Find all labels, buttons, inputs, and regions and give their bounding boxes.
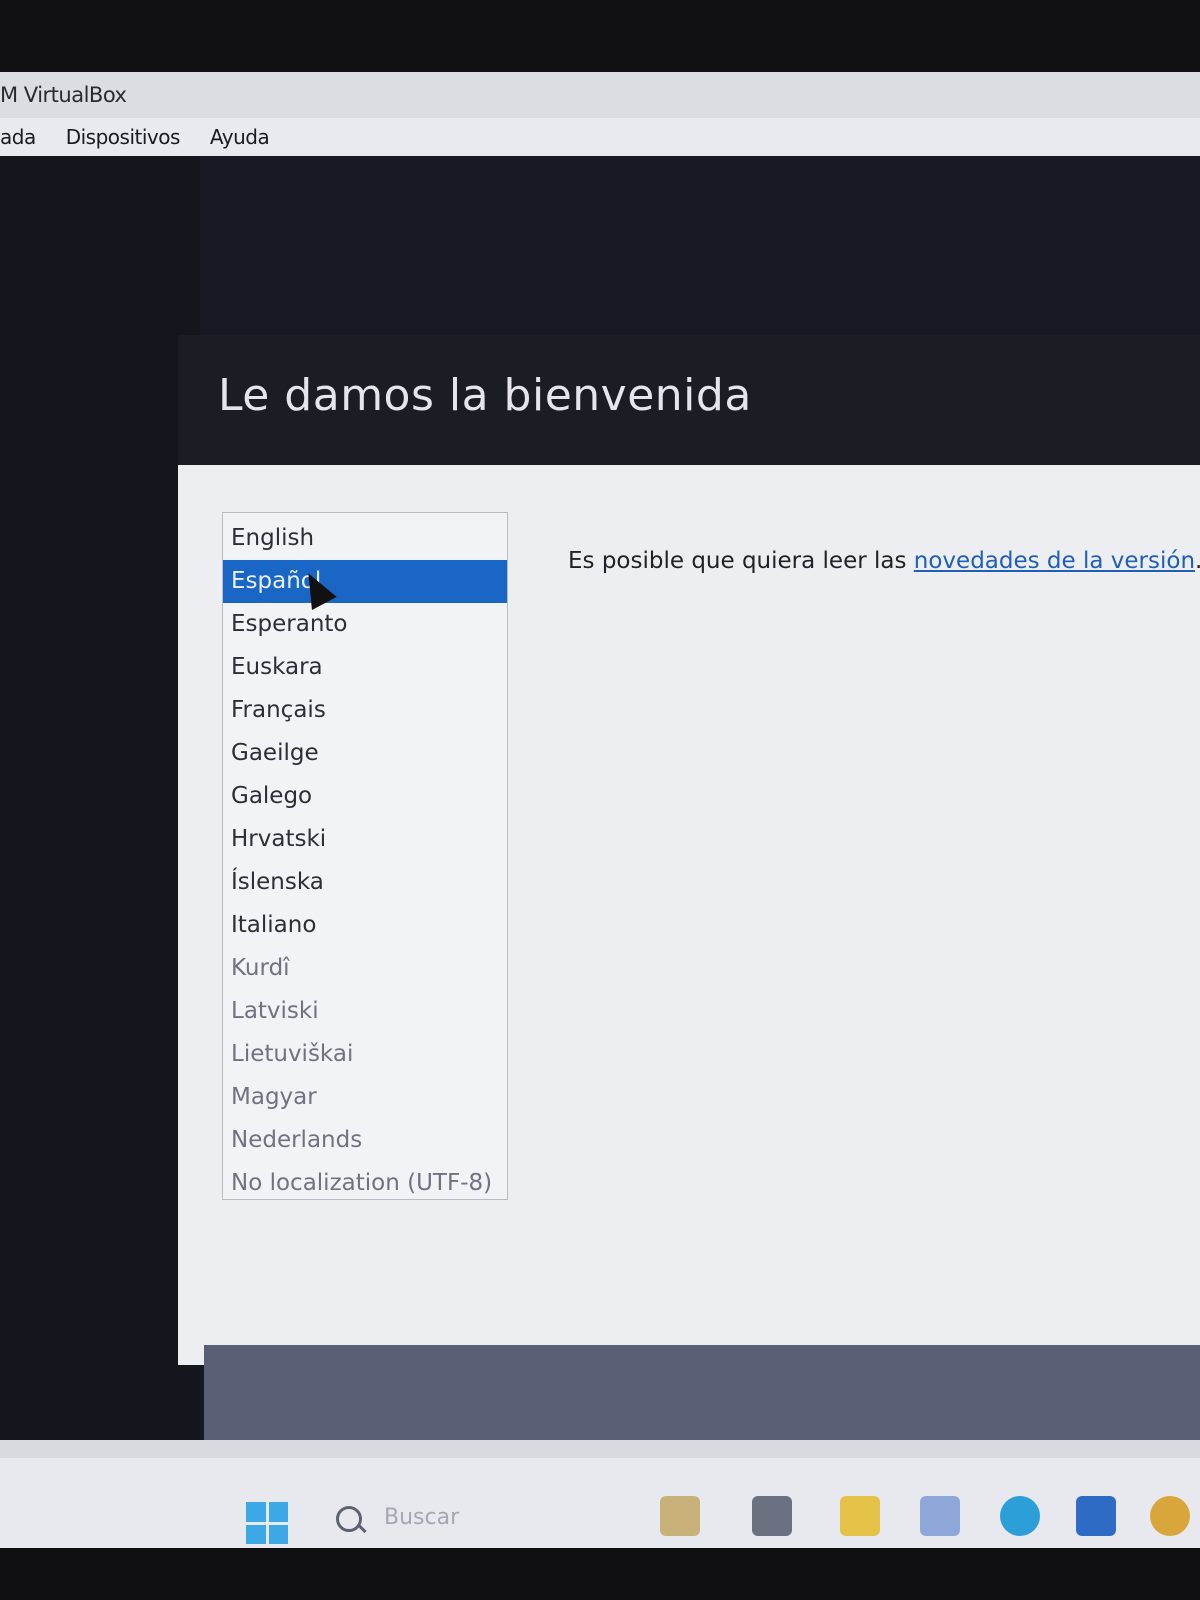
menu-item-dispositivos[interactable]: Dispositivos	[66, 125, 181, 149]
language-list[interactable]: English Español Esperanto Euskara Français Ga…	[222, 512, 508, 1200]
window-title: M VirtualBox	[0, 72, 1200, 118]
installer-footer	[204, 1345, 1200, 1440]
language-option[interactable]: Íslenska	[223, 861, 507, 904]
language-option[interactable]: Français	[223, 689, 507, 732]
folder-icon[interactable]	[840, 1496, 880, 1536]
release-note-suffix: .	[1195, 548, 1200, 574]
menu-item-ayuda[interactable]: Ayuda	[210, 125, 270, 149]
language-option[interactable]: Hrvatski	[223, 818, 507, 861]
screen-bezel-top	[0, 0, 1200, 72]
page-title: Le damos la bienvenida	[218, 370, 752, 421]
language-option[interactable]: Español	[223, 560, 507, 603]
chrome-browser-icon[interactable]	[1150, 1496, 1190, 1536]
taskbar-app-icon[interactable]	[752, 1496, 792, 1536]
vm-left-area	[0, 156, 200, 1446]
screen-bezel-bottom	[0, 1548, 1200, 1600]
menu-bar: ada Dispositivos Ayuda	[0, 118, 1200, 157]
language-option[interactable]: Nederlands	[223, 1119, 507, 1162]
menu-item-ayuda-prev[interactable]: ada	[0, 125, 36, 149]
language-option[interactable]: Euskara	[223, 646, 507, 689]
file-explorer-icon[interactable]	[660, 1496, 700, 1536]
teams-icon[interactable]	[920, 1496, 960, 1536]
release-notes-link[interactable]: novedades de la versión	[914, 548, 1195, 574]
language-option[interactable]: Galego	[223, 775, 507, 818]
language-option[interactable]: Kurdî	[223, 947, 507, 990]
language-option[interactable]: No localization (UTF-8)	[223, 1162, 507, 1205]
language-option[interactable]: Gaeilge	[223, 732, 507, 775]
search-icon[interactable]	[336, 1506, 362, 1532]
language-option[interactable]: Magyar	[223, 1076, 507, 1119]
language-option[interactable]: Latviski	[223, 990, 507, 1033]
language-option[interactable]: Lietuviškai	[223, 1033, 507, 1076]
release-note: Es posible que quiera leer las novedades…	[568, 548, 1200, 574]
store-icon[interactable]	[1076, 1496, 1116, 1536]
release-note-text: Es posible que quiera leer las	[568, 548, 914, 574]
language-option[interactable]: English	[223, 517, 507, 560]
taskbar-search-input[interactable]: Buscar	[384, 1505, 459, 1530]
windows-start-icon[interactable]	[246, 1502, 288, 1544]
language-option[interactable]: Italiano	[223, 904, 507, 947]
language-option[interactable]: Esperanto	[223, 603, 507, 646]
host-window-border	[0, 1440, 1200, 1458]
edge-browser-icon[interactable]	[1000, 1496, 1040, 1536]
